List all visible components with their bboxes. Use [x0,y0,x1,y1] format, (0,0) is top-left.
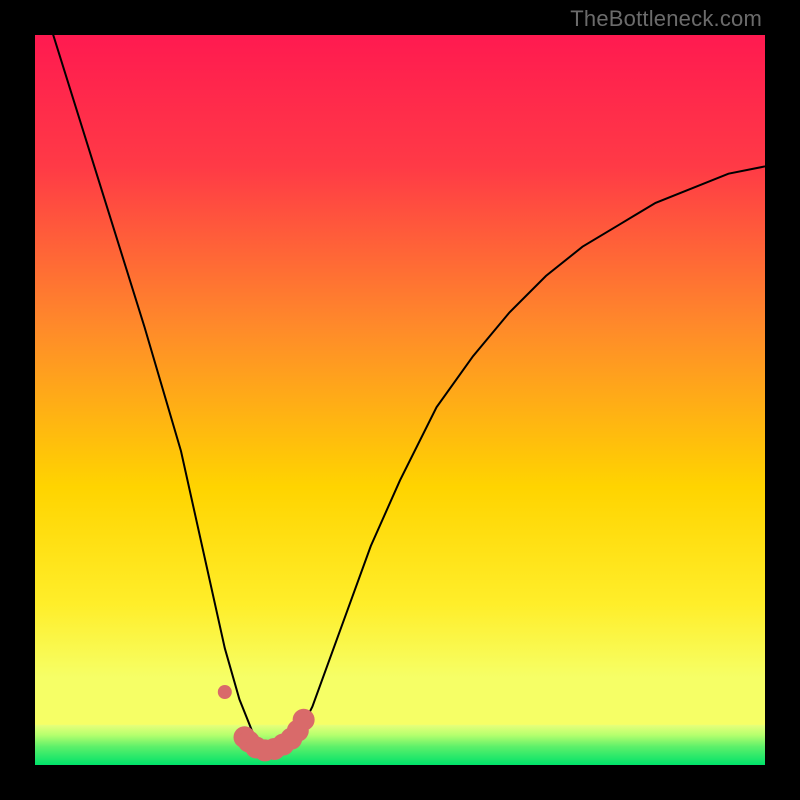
chart-frame [35,35,765,765]
bottleneck-curve [35,35,765,750]
watermark-text: TheBottleneck.com [570,6,762,32]
marker-dot [218,685,232,699]
marker-dot [293,709,315,731]
marker-dot-series [218,685,315,761]
chart-overlay [35,35,765,765]
